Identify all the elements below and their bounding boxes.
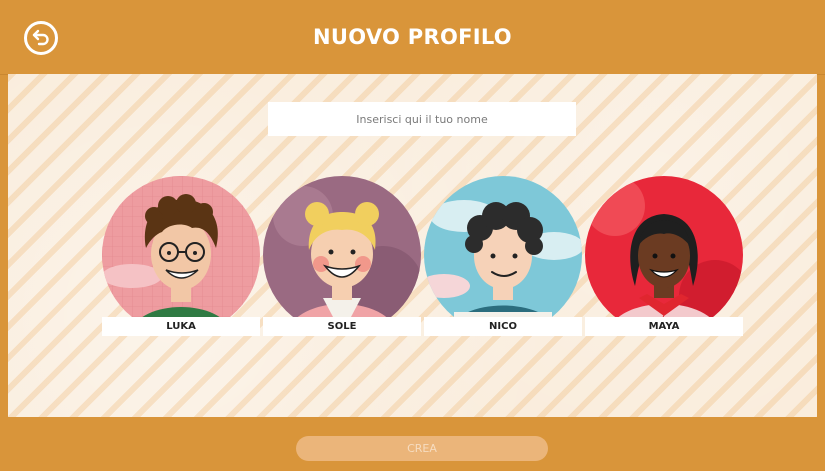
header-bar: NUOVO PROFILO [0,0,825,75]
avatar-card-sole[interactable]: SOLE [263,176,421,336]
avatar-luka [102,176,260,334]
avatar-card-nico[interactable]: NICO [424,176,582,336]
footer-bar: CREA [0,417,825,471]
avatar-name-luka: LUKA [102,317,260,336]
page-title: NUOVO PROFILO [313,25,512,49]
avatar-sole [263,176,421,334]
avatar-nico [424,176,582,334]
avatar-name-sole: SOLE [263,317,421,336]
avatar-maya [585,176,743,334]
profile-content: LUKA SOLE [8,74,817,417]
avatar-name-nico: NICO [424,317,582,336]
avatar-card-maya[interactable]: MAYA [585,176,743,336]
create-button[interactable]: CREA [296,436,548,461]
avatar-name-maya: MAYA [585,317,743,336]
name-input[interactable] [268,102,576,136]
avatar-card-luka[interactable]: LUKA [102,176,260,336]
